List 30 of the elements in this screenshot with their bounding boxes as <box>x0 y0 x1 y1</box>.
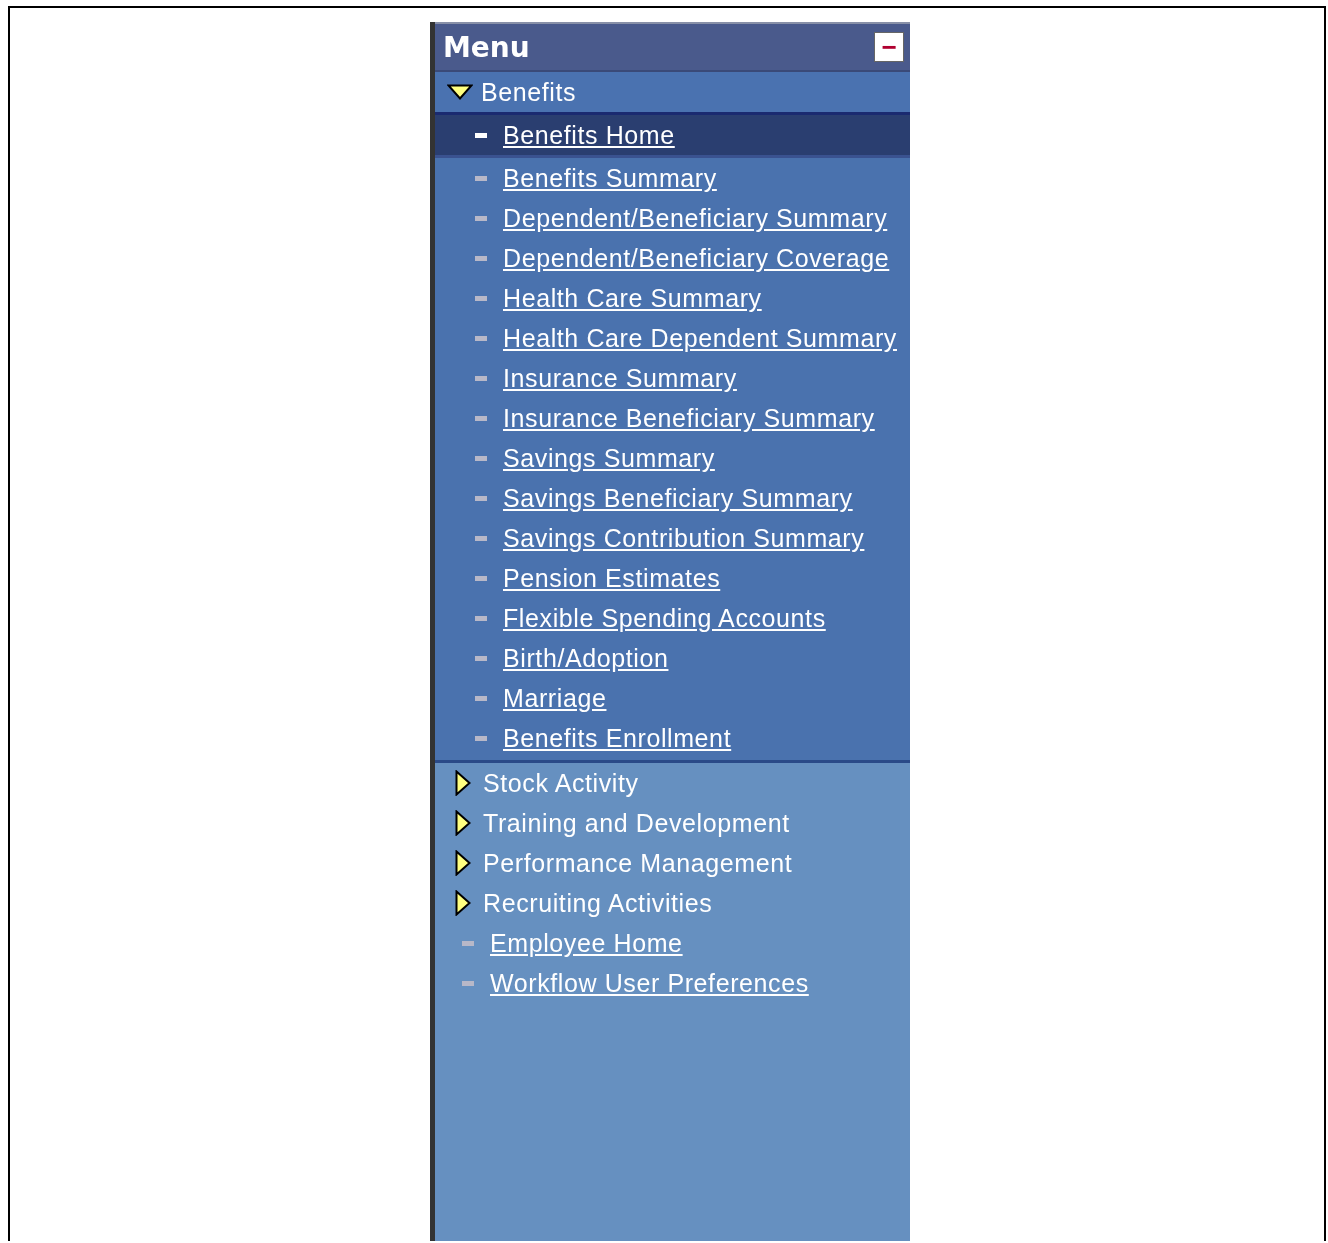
collapse-button[interactable]: − <box>874 32 904 62</box>
folder-label[interactable]: Benefits <box>481 77 577 107</box>
menu-link[interactable]: Savings Summary <box>503 438 910 478</box>
menu-link[interactable]: Benefits Enrollment <box>503 718 910 758</box>
menu-title: Menu <box>443 30 530 64</box>
menu-link[interactable]: Savings Beneficiary Summary <box>503 478 910 518</box>
menu-link[interactable]: Dependent/Beneficiary Coverage <box>503 238 910 278</box>
triangle-right-icon[interactable] <box>455 770 471 796</box>
menu-link[interactable]: Dependent/Beneficiary Summary <box>503 198 910 238</box>
folder-label[interactable]: Recruiting Activities <box>483 888 713 918</box>
menu-link[interactable]: Health Care Dependent Summary <box>503 318 910 358</box>
triangle-down-icon[interactable] <box>447 84 473 100</box>
triangle-right-icon[interactable] <box>455 810 471 836</box>
menu-link[interactable]: Flexible Spending Accounts <box>503 598 910 638</box>
menu-link[interactable]: Birth/Adoption <box>503 638 910 678</box>
triangle-right-icon[interactable] <box>455 890 471 916</box>
menu-link[interactable]: Pension Estimates <box>503 558 910 598</box>
menu-link[interactable]: Insurance Beneficiary Summary <box>503 398 910 438</box>
menu-link[interactable]: Employee Home <box>490 923 910 963</box>
menu-link[interactable]: Marriage <box>503 678 910 718</box>
menu-link[interactable]: Workflow User Preferences <box>490 963 910 1003</box>
menu-link[interactable]: Insurance Summary <box>503 358 910 398</box>
menu-link[interactable]: Savings Contribution Summary <box>503 518 910 558</box>
folder-label[interactable]: Performance Management <box>483 848 793 878</box>
folder-label[interactable]: Stock Activity <box>483 768 639 798</box>
menu-link[interactable]: Benefits Home <box>503 115 910 155</box>
menu-link[interactable]: Benefits Summary <box>503 158 910 198</box>
folder-label[interactable]: Training and Development <box>483 808 790 838</box>
triangle-right-icon[interactable] <box>455 850 471 876</box>
menu-link[interactable]: Health Care Summary <box>503 278 910 318</box>
